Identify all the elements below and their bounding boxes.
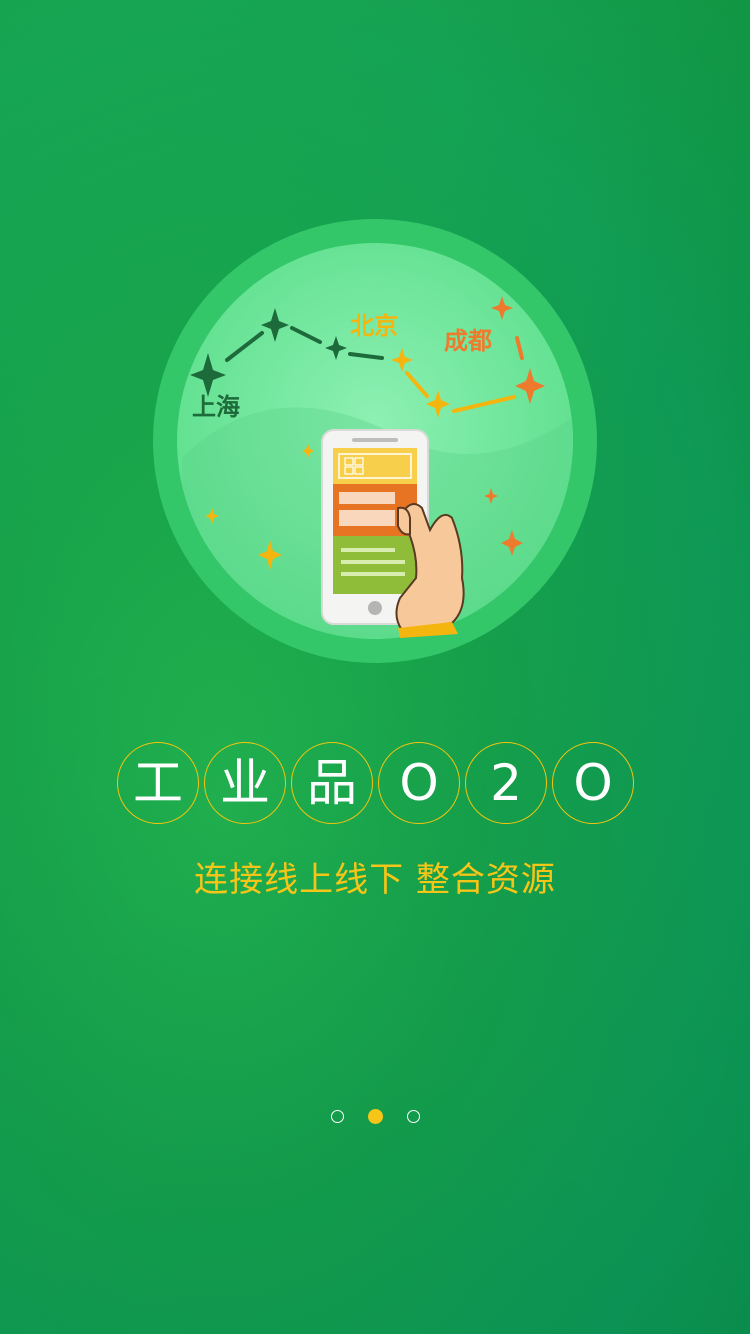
city-label-beijing: 北京 xyxy=(350,312,398,340)
city-label-shanghai: 上海 xyxy=(192,393,240,421)
hero-illustration: 上海 北京 成都 xyxy=(153,219,597,663)
title-badges: 工 业 品 O 2 O xyxy=(117,742,637,826)
title-char-pin: 品 xyxy=(291,742,373,824)
city-label-chengdu: 成都 xyxy=(444,327,492,355)
page-dot-2-active[interactable] xyxy=(367,1108,383,1124)
title-char-o2: O xyxy=(552,742,634,824)
page-indicator xyxy=(0,1106,750,1126)
title-char-gong: 工 xyxy=(117,742,199,824)
page-dot-3[interactable] xyxy=(406,1109,420,1123)
title-char-2: 2 xyxy=(465,742,547,824)
background xyxy=(0,0,750,1334)
title-char-ye: 业 xyxy=(204,742,286,824)
subtitle: 连接线上线下 整合资源 xyxy=(194,860,556,900)
title-char-o1: O xyxy=(378,742,460,824)
page-dot-1[interactable] xyxy=(330,1109,344,1123)
